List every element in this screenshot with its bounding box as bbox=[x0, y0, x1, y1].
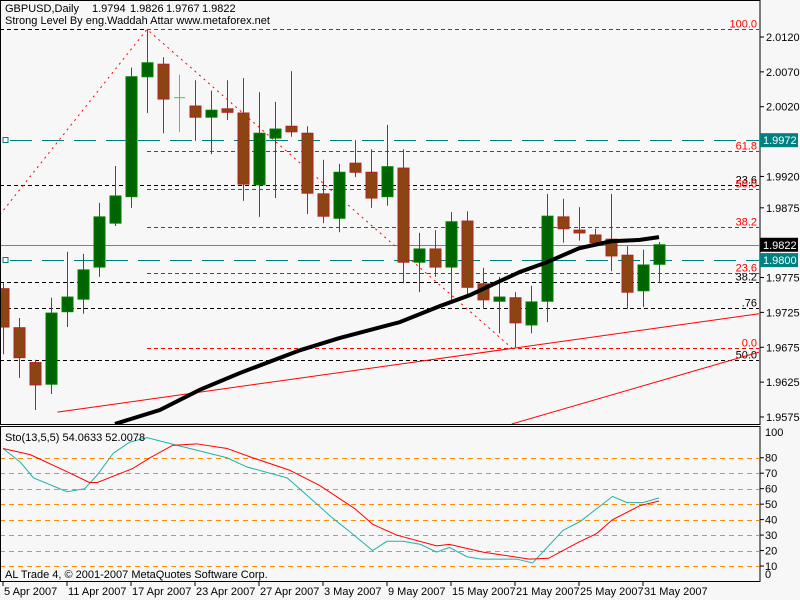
low-value: 1.9767 bbox=[166, 3, 200, 15]
time-tick-label: 17 Apr 2007 bbox=[132, 586, 191, 598]
stochastic-tick-label: 0 bbox=[765, 569, 771, 581]
time-tick-label: 21 May 2007 bbox=[516, 586, 580, 598]
candle-body bbox=[13, 327, 26, 359]
time-tick-label: 3 May 2007 bbox=[324, 586, 381, 598]
candle-body bbox=[349, 162, 362, 173]
candle-body bbox=[317, 193, 330, 217]
stochastic-tick-label: 30 bbox=[765, 530, 777, 542]
price-tick-label: 1.9725 bbox=[766, 307, 800, 319]
candle-body bbox=[77, 269, 90, 300]
candle-body bbox=[269, 128, 282, 139]
fib-level-label: 61.8 bbox=[736, 141, 757, 153]
candle-body bbox=[445, 221, 458, 268]
price-tick-label: 1.9875 bbox=[766, 203, 800, 215]
candle-body bbox=[493, 296, 506, 302]
candle-body bbox=[109, 195, 122, 224]
level-price-tag: 1.9800 bbox=[763, 255, 797, 267]
candle-body bbox=[365, 171, 378, 199]
stochastic-tick-label: 40 bbox=[765, 515, 777, 527]
strong-level-label: .76 bbox=[742, 298, 757, 310]
candle-body bbox=[125, 76, 138, 198]
price-tick-label: 1.9775 bbox=[766, 273, 800, 285]
time-tick-label: 11 Apr 2007 bbox=[68, 586, 127, 598]
price-tick-label: 1.9675 bbox=[766, 342, 800, 354]
candle-body bbox=[157, 63, 170, 100]
copyright-footer: AL Trade 4, © 2001-2007 MetaQuotes Softw… bbox=[5, 569, 268, 581]
time-tick-label: 23 Apr 2007 bbox=[196, 586, 255, 598]
price-tick-label: 1.9575 bbox=[766, 412, 800, 424]
chart-header: GBPUSD,Daily 1.9794 1.9826 1.9767 1.9822… bbox=[5, 3, 270, 27]
open-value: 1.9794 bbox=[92, 3, 126, 15]
chart-canvas[interactable]: 23.638.2.7650.0100.061.850.038.223.60.0 … bbox=[0, 0, 800, 600]
price-tick-label: 2.0120 bbox=[766, 32, 800, 44]
fib-level-label: 38.2 bbox=[736, 217, 757, 229]
candle-body bbox=[45, 312, 58, 385]
price-tick-label: 1.9625 bbox=[766, 377, 800, 389]
candle-body bbox=[253, 132, 266, 186]
stochastic-tick-label: 70 bbox=[765, 468, 777, 480]
symbol-timeframe: GBPUSD,Daily bbox=[5, 3, 79, 15]
high-value: 1.9826 bbox=[130, 3, 164, 15]
level-price-tag: 1.9972 bbox=[763, 135, 797, 147]
horizontal-line-handle bbox=[2, 137, 9, 143]
fib-level-label: 100.0 bbox=[729, 19, 757, 31]
candle-body bbox=[621, 254, 634, 293]
candle-body bbox=[509, 297, 522, 324]
stochastic-label: Sto(13,5,5) 54.0633 52.0078 bbox=[5, 432, 145, 444]
close-value: 1.9822 bbox=[202, 3, 236, 15]
time-tick-label: 9 May 2007 bbox=[388, 586, 445, 598]
fib-level-label: 0.0 bbox=[742, 338, 757, 350]
time-tick-label: 25 May 2007 bbox=[580, 586, 644, 598]
indicator-credit: Strong Level By eng.Waddah Attar www.met… bbox=[5, 15, 270, 27]
chart-window[interactable]: 23.638.2.7650.0100.061.850.038.223.60.0 … bbox=[0, 0, 800, 600]
stochastic-tick-label: 80 bbox=[765, 453, 777, 465]
candle-body bbox=[333, 171, 346, 219]
time-tick-label: 31 May 2007 bbox=[644, 586, 708, 598]
stochastic-tick-label: 50 bbox=[765, 499, 777, 511]
candle-body bbox=[461, 220, 474, 288]
candle-body bbox=[301, 132, 314, 194]
stochastic-tick-label: 60 bbox=[765, 484, 777, 496]
background bbox=[0, 0, 800, 600]
horizontal-line-handle bbox=[2, 257, 9, 263]
candle-body bbox=[429, 248, 442, 268]
candle-body bbox=[589, 234, 602, 244]
time-tick-label: 15 May 2007 bbox=[452, 586, 516, 598]
candle-body bbox=[381, 166, 394, 198]
bid-price-tag: 1.9822 bbox=[763, 240, 797, 252]
candle-body bbox=[573, 229, 586, 234]
candle-body bbox=[637, 264, 650, 292]
candle-body bbox=[93, 216, 106, 268]
stochastic-tick-label: 100 bbox=[765, 427, 783, 439]
candle-body bbox=[525, 301, 538, 326]
fib-level-label: 23.6 bbox=[736, 263, 757, 275]
time-tick-label: 27 Apr 2007 bbox=[260, 586, 319, 598]
candle-body bbox=[237, 112, 250, 185]
candle-body bbox=[1, 288, 10, 328]
price-tick-label: 1.9920 bbox=[766, 171, 800, 183]
fib-level-label: 50.0 bbox=[736, 179, 757, 191]
candle bbox=[461, 211, 474, 295]
price-tick-label: 2.0070 bbox=[766, 67, 800, 79]
candle-body bbox=[397, 167, 410, 263]
candle-body bbox=[413, 248, 426, 263]
candle-body bbox=[653, 244, 666, 265]
candle-body bbox=[285, 125, 298, 133]
time-tick-label: 5 Apr 2007 bbox=[4, 586, 57, 598]
candle-body bbox=[61, 296, 74, 313]
candle-body bbox=[189, 105, 202, 118]
candle-body bbox=[29, 362, 42, 386]
candle-body bbox=[557, 216, 570, 230]
candle-body bbox=[221, 108, 234, 113]
price-tick-label: 2.0020 bbox=[766, 102, 800, 114]
candle-body bbox=[205, 109, 218, 118]
candle bbox=[125, 67, 138, 208]
candle-body bbox=[141, 62, 154, 78]
stochastic-tick-label: 20 bbox=[765, 546, 777, 558]
